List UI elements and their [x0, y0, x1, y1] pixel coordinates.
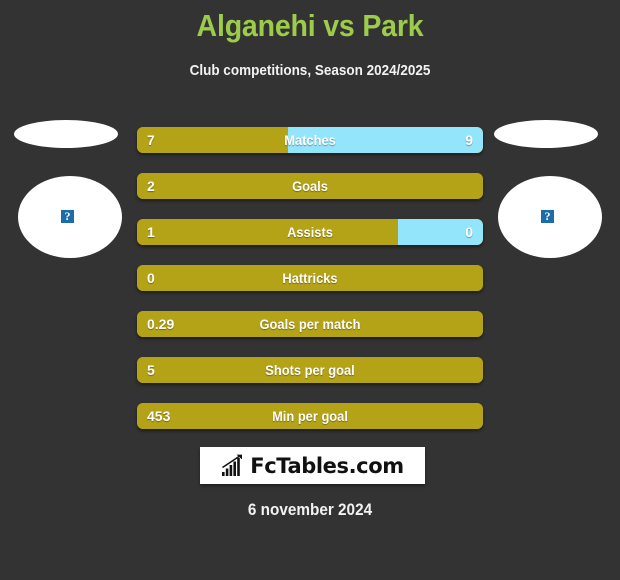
stat-bar-row: 5 Shots per goal [137, 357, 483, 383]
logo-inner: FcTables.com [221, 454, 404, 478]
bar-chart-arrow-icon [222, 454, 243, 476]
stat-bar-row: 453 Min per goal [137, 403, 483, 429]
stat-bar-row: 7 Matches 9 [137, 127, 483, 153]
stat-bar-row: 0.29 Goals per match [137, 311, 483, 337]
stat-label: Goals [292, 178, 328, 194]
away-stat-value: 0 [465, 224, 473, 240]
stat-bar-row: 2 Goals [137, 173, 483, 199]
logo-text: FcTables.com [250, 453, 404, 478]
stat-comparison-page: Alganehi vs Park Club competitions, Seas… [0, 0, 620, 580]
broken-image-icon: ? [539, 208, 556, 225]
away-stat-value: 9 [465, 132, 473, 148]
broken-image-icon: ? [59, 208, 76, 225]
fctables-logo[interactable]: FcTables.com [200, 447, 425, 484]
home-player-photo: ? [14, 118, 126, 258]
stat-label: Shots per goal [265, 362, 355, 378]
page-title: Alganehi vs Park [196, 8, 424, 43]
photo-placeholder-top-shape [494, 120, 598, 148]
stat-label: Matches [284, 132, 336, 148]
stat-label: Goals per match [259, 316, 361, 332]
stat-label: Assists [287, 224, 333, 240]
page-subtitle: Club competitions, Season 2024/2025 [189, 62, 431, 79]
footer-date: 6 november 2024 [247, 500, 373, 519]
photo-placeholder-top-shape [14, 120, 118, 148]
stat-label: Hattricks [282, 270, 338, 286]
stat-label: Min per goal [272, 408, 348, 424]
stat-bars-list: 7 Matches 9 2 Goals 1 Assists 0 0 Hattricks 0.29 Go… [137, 127, 483, 449]
stat-bar-row: 0 Hattricks [137, 265, 483, 291]
away-player-photo: ? [494, 118, 606, 258]
stat-bar-row: 1 Assists 0 [137, 219, 483, 245]
